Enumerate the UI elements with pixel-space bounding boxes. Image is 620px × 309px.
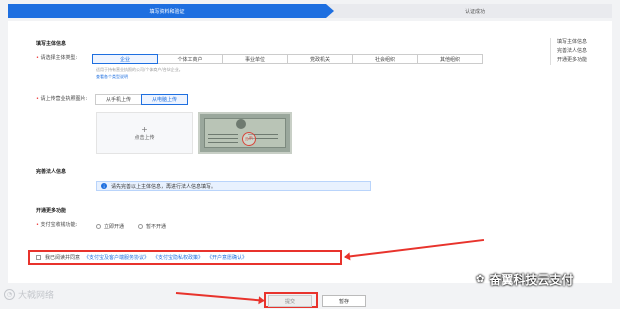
type-option-social-org[interactable]: 社会组织 bbox=[352, 54, 418, 64]
type-option-individual[interactable]: 个体工商户 bbox=[157, 54, 223, 64]
radio-icon[interactable] bbox=[138, 224, 144, 229]
license-sample-image: 示例 bbox=[198, 112, 292, 154]
anchor-legal-info[interactable]: 完善法人信息 bbox=[557, 47, 587, 56]
type-option-institution[interactable]: 事业单位 bbox=[222, 54, 288, 64]
info-icon: i bbox=[101, 183, 107, 189]
option-open-now[interactable]: 立即开通 bbox=[96, 223, 124, 230]
radio-icon[interactable] bbox=[96, 224, 101, 229]
section-title-entity: 填写主体信息 bbox=[36, 41, 67, 47]
legal-info-text: 请先完善以上主体信息，再进行法人信息填写。 bbox=[111, 183, 217, 190]
license-upload-label: • 请上传营业执照图片: bbox=[36, 96, 88, 102]
entity-type-hint: 适用于持有营业执照的公司/个体商户/合伙企业。 bbox=[96, 67, 183, 72]
upload-text: 点击上传 bbox=[134, 134, 155, 141]
watermark-right: ✿ 奋翼科技云支付 bbox=[476, 273, 574, 287]
wechat-icon: ✿ bbox=[476, 274, 485, 285]
watermark-left: ◔ 大戟网络 bbox=[4, 288, 54, 301]
type-option-government[interactable]: 党政机关 bbox=[287, 54, 353, 64]
anchor-more-features[interactable]: 开通更多功能 bbox=[557, 56, 587, 65]
progress-steps: 填写资料和验证 认证成功 bbox=[8, 4, 612, 18]
type-explanation-link[interactable]: 查看各个类型说明 bbox=[96, 74, 128, 80]
section-title-legal: 完善法人信息 bbox=[36, 169, 67, 175]
national-emblem-icon bbox=[236, 119, 246, 129]
agreement-prefix: 我已阅读并同意 bbox=[45, 255, 81, 261]
license-upload-area[interactable]: + 点击上传 bbox=[96, 112, 193, 154]
type-option-enterprise[interactable]: 企业 bbox=[92, 54, 158, 64]
agreement-link-intent[interactable]: 《开户意愿确认》 bbox=[207, 254, 247, 261]
entity-type-label: • 请选择主体类型: bbox=[36, 55, 78, 61]
step-success: 认证成功 bbox=[464, 8, 485, 15]
save-draft-button[interactable]: 暂存 bbox=[322, 295, 366, 307]
upload-from-computer-tab[interactable]: 从电脑上传 bbox=[141, 94, 189, 105]
watermark-logo-icon: ◔ bbox=[4, 289, 15, 300]
anchor-entity-info[interactable]: 填写主体信息 bbox=[557, 38, 587, 47]
legal-info-notice: i 请先完善以上主体信息，再进行法人信息填写。 bbox=[96, 181, 371, 191]
section-title-more: 开通更多功能 bbox=[36, 208, 67, 214]
agreement-link-privacy[interactable]: 《支付宝隐私权政策》 bbox=[153, 254, 203, 261]
upload-from-phone-tab[interactable]: 从手机上传 bbox=[95, 94, 143, 105]
type-option-other[interactable]: 其他组织 bbox=[417, 54, 483, 64]
agreement-checkbox[interactable] bbox=[36, 255, 41, 260]
entity-type-selector: 企业 个体工商户 事业单位 党政机关 社会组织 其他组织 bbox=[92, 54, 483, 64]
plus-icon: + bbox=[141, 124, 148, 134]
agreement-link-service[interactable]: 《支付宝及客户端服务协议》 bbox=[84, 254, 149, 261]
pay-feature-label: • 支付宝收钱功能: bbox=[36, 222, 78, 228]
agreement-row: 我已阅读并同意 《支付宝及客户端服务协议》 《支付宝隐私权政策》 《开户意愿确认… bbox=[28, 250, 342, 265]
option-not-now[interactable]: 暂不开通 bbox=[138, 223, 166, 230]
upload-source-tabs: 从手机上传 从电脑上传 bbox=[95, 94, 189, 105]
annotation-arrow-submit bbox=[175, 292, 266, 305]
submit-button[interactable]: 提交 bbox=[268, 295, 312, 307]
side-anchor-nav: 填写主体信息 完善法人信息 开通更多功能 bbox=[550, 38, 587, 65]
step-fill-info: 填写资料和验证 bbox=[8, 4, 334, 18]
pay-feature-options: 立即开通 暂不开通 bbox=[96, 223, 180, 230]
